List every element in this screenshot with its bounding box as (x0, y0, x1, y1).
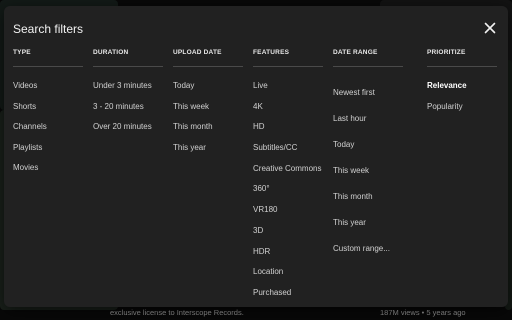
filter-option-this-month[interactable]: This month (333, 184, 403, 210)
filter-option-subtitles-cc[interactable]: Subtitles/CC (253, 138, 323, 159)
filter-group-duration: DURATION Under 3 minutes 3 - 20 minutes … (93, 48, 163, 138)
filter-group-heading: UPLOAD DATE (173, 49, 222, 56)
filter-option-this-week[interactable]: This week (333, 158, 403, 184)
close-icon (484, 22, 496, 34)
filter-options: Newest first Last hour Today This week T… (333, 80, 403, 262)
filter-option-hdr[interactable]: HDR (253, 242, 323, 263)
filter-group-date-range: DATE RANGE Newest first Last hour Today … (333, 48, 403, 262)
filter-option-this-week[interactable]: This week (173, 97, 243, 118)
filter-option-4k[interactable]: 4K (253, 97, 323, 118)
filter-option-newest-first[interactable]: Newest first (333, 80, 403, 106)
filter-options: Videos Shorts Channels Playlists Movies (13, 76, 83, 179)
filter-group-upload-date: UPLOAD DATE Today This week This month T… (173, 48, 243, 158)
filter-option-popularity[interactable]: Popularity (427, 97, 497, 118)
filter-option-this-year[interactable]: This year (173, 138, 243, 159)
divider (173, 66, 243, 67)
divider (13, 66, 83, 67)
filter-option-custom-range[interactable]: Custom range... (333, 236, 403, 262)
search-filters-dialog: Search filters TYPE Videos Shorts Channe… (4, 6, 508, 307)
filter-option-under-3-minutes[interactable]: Under 3 minutes (93, 76, 163, 97)
divider (427, 66, 497, 67)
filter-group-heading: DATE RANGE (333, 49, 378, 56)
filter-option-vr180[interactable]: VR180 (253, 200, 323, 221)
filter-option-3-20-minutes[interactable]: 3 - 20 minutes (93, 97, 163, 118)
dialog-title: Search filters (13, 22, 84, 36)
filter-option-purchased[interactable]: Purchased (253, 283, 323, 304)
filter-group-heading: FEATURES (253, 49, 290, 56)
filter-options: Today This week This month This year (173, 76, 243, 158)
filter-option-this-year[interactable]: This year (333, 210, 403, 236)
filter-option-shorts[interactable]: Shorts (13, 97, 83, 118)
background-video-meta: 187M views • 5 years ago (380, 308, 466, 317)
filter-option-live[interactable]: Live (253, 76, 323, 97)
filter-option-today[interactable]: Today (333, 132, 403, 158)
filter-option-last-hour[interactable]: Last hour (333, 106, 403, 132)
filter-option-videos[interactable]: Videos (13, 76, 83, 97)
close-button[interactable] (482, 20, 498, 36)
background-video-description: exclusive license to Interscope Records. (110, 308, 244, 317)
filter-option-location[interactable]: Location (253, 262, 323, 283)
filter-option-playlists[interactable]: Playlists (13, 138, 83, 159)
filter-group-heading: DURATION (93, 49, 129, 56)
filter-option-today[interactable]: Today (173, 76, 243, 97)
filter-option-creative-commons[interactable]: Creative Commons (253, 159, 323, 180)
filter-option-360[interactable]: 360° (253, 179, 323, 200)
filter-options: Relevance Popularity (427, 76, 497, 117)
filter-options: Under 3 minutes 3 - 20 minutes Over 20 m… (93, 76, 163, 138)
filter-option-movies[interactable]: Movies (13, 158, 83, 179)
divider (93, 66, 163, 67)
filter-group-features: FEATURES Live 4K HD Subtitles/CC Creativ… (253, 48, 323, 304)
divider (253, 66, 323, 67)
filter-group-heading: TYPE (13, 49, 31, 56)
filter-option-channels[interactable]: Channels (13, 117, 83, 138)
filter-group-heading: PRIORITIZE (427, 49, 466, 56)
filter-options: Live 4K HD Subtitles/CC Creative Commons… (253, 76, 323, 304)
filter-option-this-month[interactable]: This month (173, 117, 243, 138)
filter-option-over-20-minutes[interactable]: Over 20 minutes (93, 117, 163, 138)
filter-group-type: TYPE Videos Shorts Channels Playlists Mo… (13, 48, 83, 179)
filter-option-relevance[interactable]: Relevance (427, 76, 497, 97)
filter-group-prioritize: PRIORITIZE Relevance Popularity (427, 48, 497, 117)
filter-option-3d[interactable]: 3D (253, 221, 323, 242)
filter-option-hd[interactable]: HD (253, 117, 323, 138)
divider (333, 66, 403, 67)
